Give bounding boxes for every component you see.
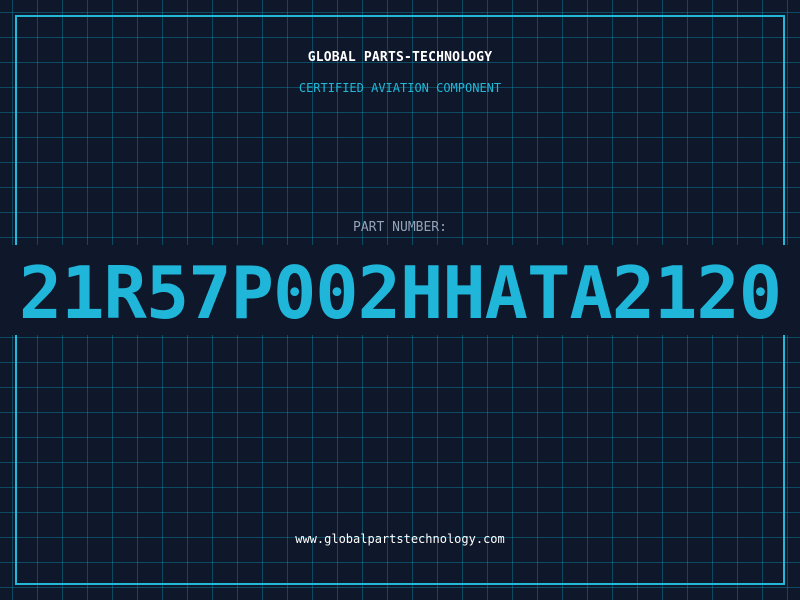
part-number-label: PART NUMBER:: [353, 220, 447, 235]
certification-subtitle: CERTIFIED AVIATION COMPONENT: [298, 81, 502, 95]
website-url: www.globalpartstechnology.com: [295, 532, 505, 546]
part-label-card: GLOBAL PARTS-TECHNOLOGY CERTIFIED AVIATI…: [0, 0, 800, 600]
part-number-value: 21R57P002HHATA2120: [18, 251, 782, 335]
part-number-band: 21R57P002HHATA2120: [0, 245, 800, 335]
company-name: GLOBAL PARTS-TECHNOLOGY: [307, 50, 493, 65]
